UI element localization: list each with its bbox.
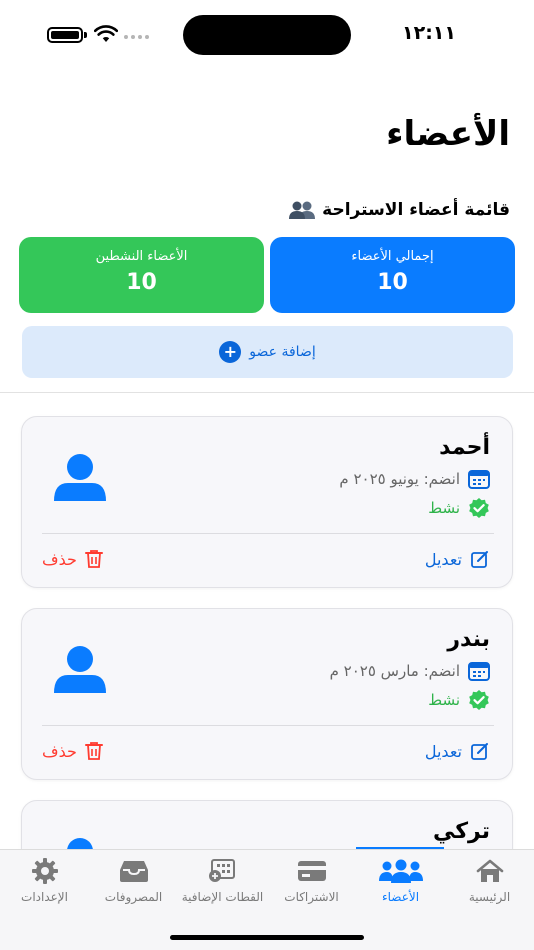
status-bar: ١٢:١١ <box>0 0 534 70</box>
people-icon <box>288 200 316 220</box>
card-icon <box>297 861 326 881</box>
tab-subscriptions-label: الاشتراكات <box>284 890 339 904</box>
tray-icon <box>119 861 148 882</box>
member-status-text: نشط <box>428 691 460 709</box>
delete-member-button[interactable]: حذف <box>42 549 103 569</box>
calendar-icon <box>468 470 490 489</box>
trash-icon <box>84 742 103 760</box>
verified-check-icon <box>469 690 489 710</box>
total-members-value: 10 <box>377 270 408 295</box>
member-joined: انضم: مارس ٢٠٢٥ م <box>330 661 490 681</box>
active-members-label: الأعضاء النشطين <box>95 249 188 264</box>
avatar-icon <box>54 454 106 501</box>
member-card: أحمد انضم: يونيو ٢٠٢٥ م نشط تعديل حذف <box>21 416 513 588</box>
add-member-button[interactable]: إضافة عضو + <box>22 326 513 378</box>
plus-circle-icon: + <box>219 341 242 363</box>
tab-home[interactable]: الرئيسية <box>445 856 534 904</box>
member-joined-text: انضم: يونيو ٢٠٢٥ م <box>339 470 460 488</box>
avatar-icon <box>54 646 106 693</box>
trash-icon <box>84 550 103 568</box>
edit-icon <box>471 743 488 760</box>
wifi-icon <box>94 25 118 42</box>
tab-extra-fees[interactable]: القطات الإضافية <box>178 856 267 904</box>
card-separator <box>42 725 494 726</box>
edit-member-button[interactable]: تعديل <box>425 549 490 569</box>
calculator-icon <box>208 859 235 882</box>
dynamic-island <box>183 15 351 55</box>
battery-tip <box>84 32 87 38</box>
home-icon <box>476 859 503 882</box>
total-members-card: إجمالي الأعضاء 10 <box>270 237 515 313</box>
edit-label: تعديل <box>424 549 462 569</box>
tab-members[interactable]: الأعضاء <box>356 856 445 904</box>
member-card: بندر انضم: مارس ٢٠٢٥ م نشط تعديل حذف <box>21 608 513 780</box>
tab-home-label: الرئيسية <box>468 890 511 904</box>
member-joined-text: انضم: مارس ٢٠٢٥ م <box>329 662 460 680</box>
gear-icon <box>31 858 58 884</box>
signal-icon <box>124 35 149 39</box>
section-title-text: قائمة أعضاء الاستراحة <box>322 200 510 220</box>
member-status: نشط <box>428 689 490 711</box>
member-name: أحمد <box>439 435 490 460</box>
tab-members-label: الأعضاء <box>381 890 420 904</box>
home-indicator <box>170 935 364 940</box>
page-title: الأعضاء <box>386 114 510 154</box>
active-members-card: الأعضاء النشطين 10 <box>19 237 264 313</box>
edit-icon <box>471 551 488 568</box>
member-status: نشط <box>428 497 490 519</box>
active-members-value: 10 <box>126 270 157 295</box>
tab-settings[interactable]: الإعدادات <box>0 856 89 904</box>
battery-icon <box>47 27 83 43</box>
total-members-label: إجمالي الأعضاء <box>351 249 434 264</box>
delete-member-button[interactable]: حذف <box>42 741 103 761</box>
delete-label: حذف <box>42 549 77 569</box>
section-title: قائمة أعضاء الاستراحة <box>288 200 510 220</box>
member-name: تركي <box>433 819 490 844</box>
divider <box>0 392 534 393</box>
tab-subscriptions[interactable]: الاشتراكات <box>267 856 356 904</box>
card-separator <box>42 533 494 534</box>
delete-label: حذف <box>42 741 77 761</box>
tab-expenses[interactable]: المصروفات <box>89 856 178 904</box>
member-name: بندر <box>447 627 490 652</box>
tab-extra-fees-label: القطات الإضافية <box>181 890 264 904</box>
edit-member-button[interactable]: تعديل <box>425 741 490 761</box>
calendar-icon <box>468 662 490 681</box>
verified-check-icon <box>469 498 489 518</box>
edit-label: تعديل <box>424 741 462 761</box>
tab-expenses-label: المصروفات <box>104 890 163 904</box>
member-joined: انضم: يونيو ٢٠٢٥ م <box>339 469 490 489</box>
add-member-label: إضافة عضو <box>249 344 316 360</box>
people-icon <box>378 859 423 883</box>
status-time: ١٢:١١ <box>402 22 456 44</box>
member-status-text: نشط <box>428 499 460 517</box>
tab-settings-label: الإعدادات <box>21 890 68 904</box>
